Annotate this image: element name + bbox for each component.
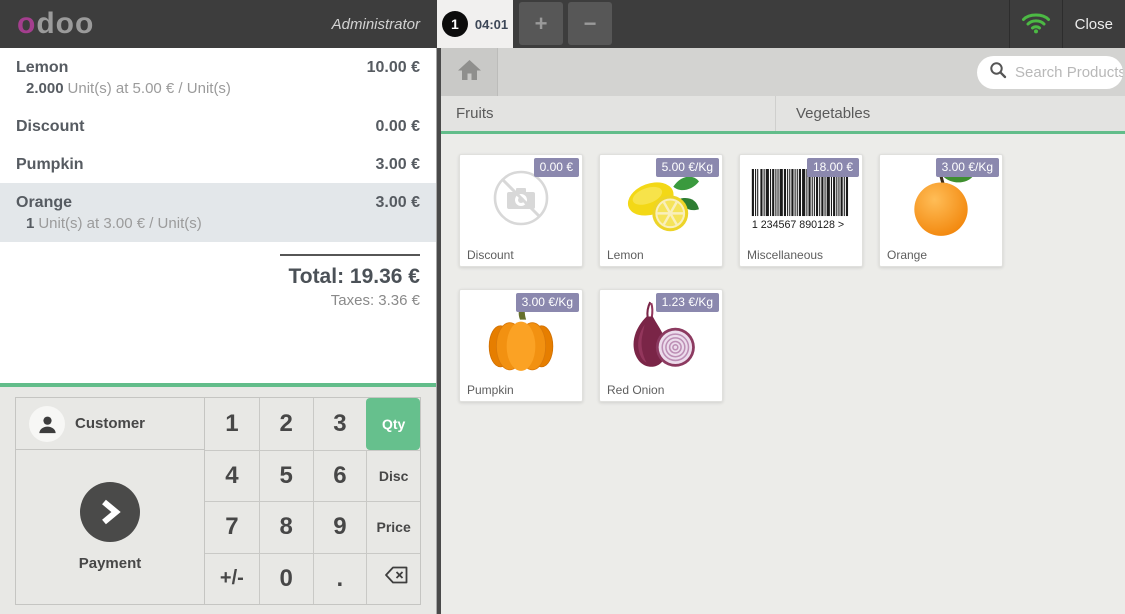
order-line-orange[interactable]: Orange 3.00 € 1 Unit(s) at 3.00 € / Unit(… (0, 183, 436, 242)
search-input[interactable] (1015, 64, 1123, 81)
numpad-key-2[interactable]: 2 (258, 398, 313, 450)
odoo-logo: odoo (17, 9, 94, 39)
numpad-key-7[interactable]: 7 (205, 501, 259, 553)
wifi-status (1008, 0, 1062, 48)
product-name: Discount (467, 248, 514, 262)
numpad-mode-qty[interactable]: Qty (366, 398, 420, 450)
search-icon (989, 61, 1007, 84)
line-unit-price: Unit(s) at 3.00 € / Unit(s) (38, 215, 202, 232)
taxes-amount: Taxes: 3.36 € (330, 292, 420, 309)
line-price: 3.00 € (375, 156, 420, 173)
price-tag: 1.23 €/Kg (655, 293, 719, 312)
category-fruits[interactable]: Fruits (441, 96, 776, 131)
home-icon (456, 58, 483, 87)
numpad: 1 2 3 Qty 4 5 6 Disc 7 8 9 Price +/- 0 . (205, 398, 420, 604)
logo-letter: o (17, 7, 37, 40)
order-tab[interactable]: 1 04:01 (437, 0, 513, 48)
backspace-icon (378, 564, 410, 593)
price-tag: 3.00 €/Kg (935, 158, 999, 177)
close-button[interactable]: Close (1061, 0, 1125, 48)
remove-order-button[interactable]: − (568, 2, 612, 45)
line-price: 0.00 € (375, 118, 420, 135)
order-line-lemon[interactable]: Lemon 10.00 € 2.000 Unit(s) at 5.00 € / U… (0, 48, 436, 107)
barcode-image: 1 234567 890128 > (740, 169, 862, 231)
search-box (977, 56, 1123, 89)
line-unit-price: Unit(s) at 5.00 € / Unit(s) (67, 80, 231, 97)
numpad-key-1[interactable]: 1 (205, 398, 259, 450)
line-product-name: Orange (16, 194, 73, 211)
numpad-key-0[interactable]: 0 (258, 552, 313, 604)
product-card-pumpkin[interactable]: 3.00 €/Kg Pumpkin (459, 289, 583, 402)
total-amount: Total: 19.36 € (288, 265, 420, 288)
category-vegetables[interactable]: Vegetables (776, 96, 1125, 131)
price-tag: 3.00 €/Kg (515, 293, 579, 312)
order-list: Lemon 10.00 € 2.000 Unit(s) at 5.00 € / U… (0, 48, 436, 383)
customer-button[interactable]: Customer (16, 398, 204, 450)
product-name: Orange (887, 248, 928, 262)
line-product-name: Discount (16, 118, 85, 135)
numpad-key-9[interactable]: 9 (312, 501, 367, 553)
product-name: Pumpkin (467, 383, 514, 397)
numpad-key-3[interactable]: 3 (312, 398, 367, 450)
topbar: odoo Administrator 1 04:01 + − Close (0, 0, 1125, 48)
line-price: 3.00 € (375, 194, 420, 211)
order-line-discount[interactable]: Discount 0.00 € (0, 107, 436, 145)
barcode-digits: 1 234567 890128 > (752, 219, 844, 231)
price-tag: 0.00 € (533, 158, 579, 177)
order-panel: Lemon 10.00 € 2.000 Unit(s) at 5.00 € / U… (0, 48, 437, 614)
order-totals: Total: 19.36 € Taxes: 3.36 € (0, 254, 436, 312)
logo-rest: doo (36, 7, 95, 40)
products-screen: Fruits Vegetables 0.00 € Discount (437, 48, 1125, 614)
product-grid: 0.00 € Discount 5.00 €/Kg Lemon 18.00 € … (441, 134, 1125, 402)
product-name: Miscellaneous (747, 248, 824, 262)
customer-label: Customer (74, 415, 145, 432)
line-product-name: Pumpkin (16, 156, 84, 173)
order-line-pumpkin[interactable]: Pumpkin 3.00 € (0, 145, 436, 183)
numpad-key-backspace[interactable] (366, 552, 420, 604)
customer-icon (29, 406, 65, 442)
username-label: Administrator (331, 15, 420, 33)
product-card-orange[interactable]: 3.00 €/Kg Orange (879, 154, 1003, 267)
breadcrumb (441, 48, 1125, 96)
product-card-red-onion[interactable]: 1.23 €/Kg Red Onion (599, 289, 723, 402)
order-count-badge: 1 (441, 11, 468, 37)
line-product-name: Lemon (16, 59, 69, 76)
line-detail: 2.000 Unit(s) at 5.00 € / Unit(s) (16, 78, 420, 99)
totals-divider (280, 254, 420, 256)
line-quantity: 1 (26, 215, 35, 232)
line-quantity: 2.000 (26, 80, 64, 97)
payment-label: Payment (78, 555, 142, 572)
numpad-mode-disc[interactable]: Disc (366, 449, 420, 501)
category-tabs: Fruits Vegetables (441, 96, 1125, 134)
numpad-key-5[interactable]: 5 (258, 449, 313, 501)
product-name: Red Onion (607, 383, 665, 397)
numpad-mode-price[interactable]: Price (366, 501, 420, 553)
numpad-key-sign[interactable]: +/- (205, 552, 259, 605)
action-pad: Customer Payment (16, 398, 205, 604)
wifi-icon (1021, 9, 1051, 39)
payment-chevron-icon (80, 482, 140, 542)
product-card-discount[interactable]: 0.00 € Discount (459, 154, 583, 267)
add-order-button[interactable]: + (519, 2, 563, 45)
home-category-button[interactable] (441, 48, 498, 96)
numpad-key-6[interactable]: 6 (312, 449, 367, 501)
numpad-key-4[interactable]: 4 (205, 449, 259, 502)
control-pads: Customer Payment 1 2 3 Qty 4 5 6 Disc 7 … (0, 383, 436, 614)
product-name: Lemon (607, 248, 644, 262)
pos-app: odoo Administrator 1 04:01 + − Close Lem… (0, 0, 1125, 614)
price-tag: 5.00 €/Kg (655, 158, 719, 177)
price-tag: 18.00 € (806, 158, 859, 177)
topbar-left: odoo Administrator (0, 0, 437, 48)
numpad-key-8[interactable]: 8 (258, 501, 313, 553)
numpad-key-decimal[interactable]: . (312, 552, 367, 604)
line-price: 10.00 € (366, 59, 420, 76)
product-card-miscellaneous[interactable]: 18.00 € 1 234567 890128 > Miscellaneous (739, 154, 863, 267)
payment-button[interactable]: Payment (16, 450, 204, 604)
order-time-label: 04:01 (474, 16, 509, 32)
line-detail: 1 Unit(s) at 3.00 € / Unit(s) (16, 213, 420, 234)
product-card-lemon[interactable]: 5.00 €/Kg Lemon (599, 154, 723, 267)
